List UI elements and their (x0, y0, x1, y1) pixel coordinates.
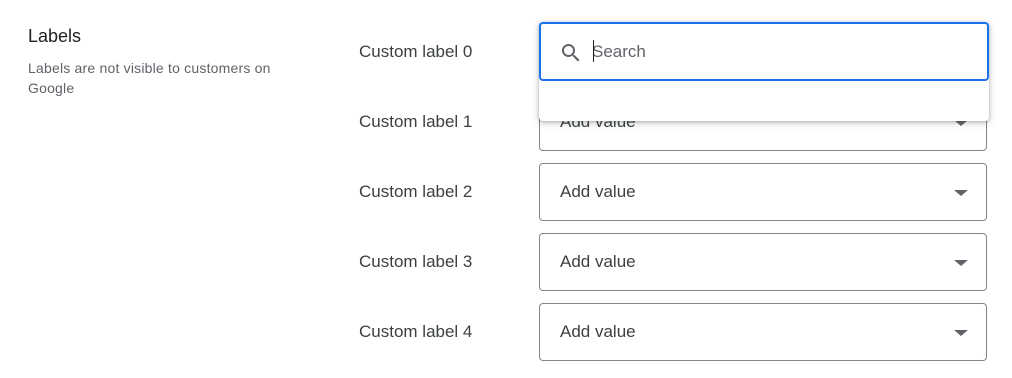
custom-label-1-label: Custom label 1 (359, 112, 473, 131)
labels-settings-page: Labels Labels are not visible to custome… (0, 0, 1012, 378)
chevron-down-icon (954, 260, 968, 266)
custom-label-0-label: Custom label 0 (359, 42, 473, 61)
custom-label-4-label: Custom label 4 (359, 322, 473, 341)
section-title: Labels (28, 26, 82, 46)
dropdown-search-box[interactable] (539, 22, 989, 81)
custom-label-2-select[interactable]: Add value (539, 163, 987, 221)
custom-label-2-value: Add value (560, 182, 636, 201)
custom-label-2-label: Custom label 2 (359, 182, 473, 201)
custom-label-0-dropdown (539, 22, 989, 121)
search-icon (562, 44, 580, 62)
section-description: Labels are not visible to customers on G… (28, 60, 271, 96)
chevron-down-icon (954, 190, 968, 196)
custom-label-3-select[interactable]: Add value (539, 233, 987, 291)
search-input[interactable] (592, 39, 972, 65)
chevron-down-icon (954, 330, 968, 336)
custom-label-3-value: Add value (560, 252, 636, 271)
text-cursor (593, 40, 594, 62)
custom-label-3-label: Custom label 3 (359, 252, 473, 271)
custom-label-4-value: Add value (560, 322, 636, 341)
custom-label-4-select[interactable]: Add value (539, 303, 987, 361)
